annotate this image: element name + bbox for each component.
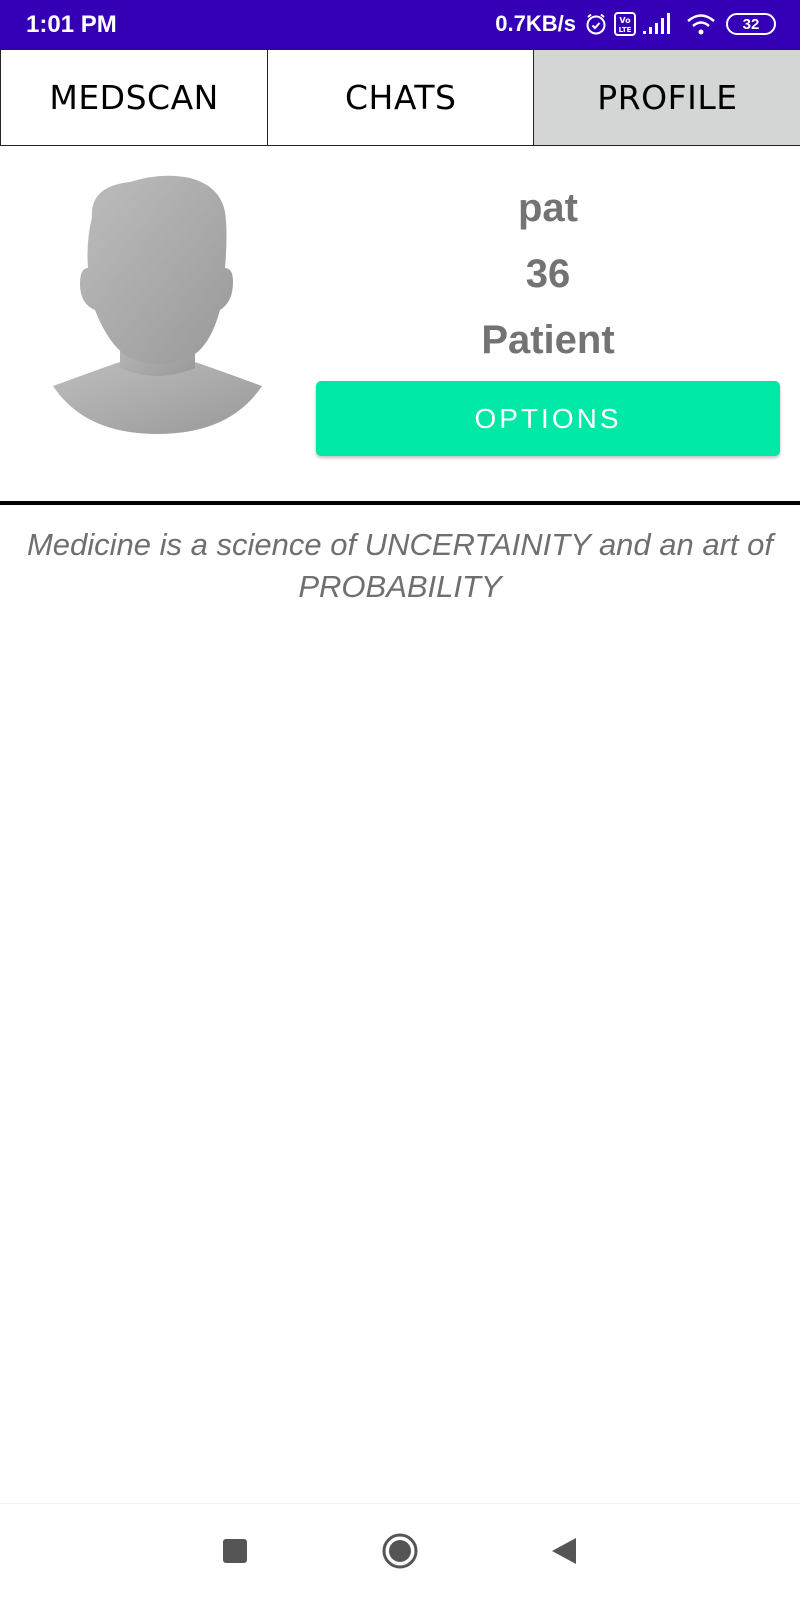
tab-medscan[interactable]: MEDSCAN — [0, 49, 269, 146]
home-icon[interactable] — [381, 1532, 419, 1570]
battery-icon: 32 — [726, 13, 776, 35]
svg-text:Vo: Vo — [619, 16, 631, 25]
profile-name: pat — [518, 186, 578, 230]
quote-text: Medicine is a science of UNCERTAINITY an… — [26, 527, 774, 604]
tab-chats-label: CHATS — [345, 78, 457, 117]
tab-bar: MEDSCAN CHATS PROFILE — [0, 49, 800, 146]
back-icon[interactable] — [550, 1536, 578, 1566]
profile-role: Patient — [481, 318, 615, 362]
wifi-icon — [686, 12, 716, 36]
status-bar: 1:01 PM 0.7KB/s Vo LTE 32 — [0, 0, 800, 49]
svg-text:LTE: LTE — [619, 26, 632, 34]
status-time: 1:01 PM — [26, 11, 117, 38]
alarm-icon — [584, 12, 608, 36]
options-button[interactable]: OPTIONS — [316, 381, 780, 456]
network-speed: 0.7KB/s — [495, 11, 576, 36]
tab-profile-label: PROFILE — [597, 78, 738, 117]
recents-icon[interactable] — [220, 1536, 250, 1566]
signal-icon — [642, 12, 672, 36]
battery-level: 32 — [742, 15, 760, 33]
tab-chats[interactable]: CHATS — [266, 49, 535, 146]
navigation-bar — [0, 1503, 800, 1600]
person-silhouette-icon — [50, 172, 265, 442]
divider — [0, 501, 800, 505]
status-icons: 0.7KB/s Vo LTE 32 — [495, 9, 776, 39]
profile-age: 36 — [525, 252, 571, 296]
tab-profile[interactable]: PROFILE — [533, 49, 800, 146]
tab-medscan-label: MEDSCAN — [49, 78, 219, 117]
volte-icon: Vo LTE — [614, 12, 636, 36]
